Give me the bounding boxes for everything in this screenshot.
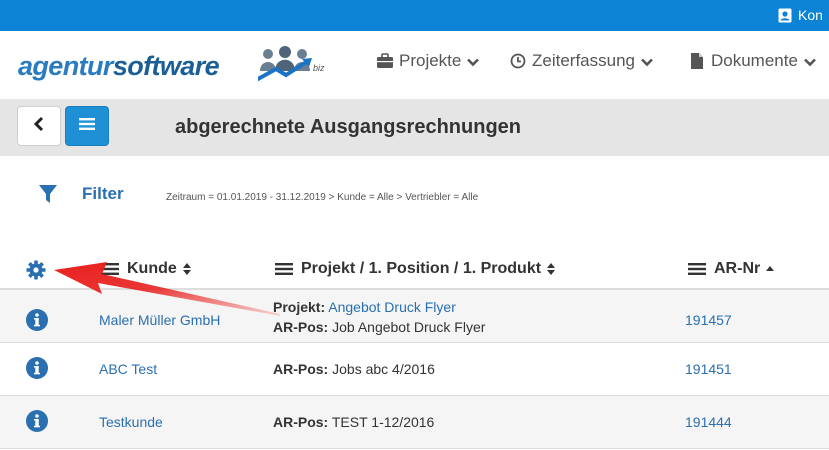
nav-dokumente-label: Dokumente bbox=[711, 51, 798, 70]
customer-link[interactable]: ABC Test bbox=[99, 361, 157, 377]
sort-icon bbox=[546, 262, 556, 276]
invoice-number-link[interactable]: 191444 bbox=[685, 414, 732, 430]
filter-toggle[interactable]: Filter bbox=[38, 183, 124, 205]
table-header: Kunde Projekt / 1. Position / 1. Produkt… bbox=[0, 248, 829, 290]
project-cell: Projekt: Angebot Druck Flyer AR-Pos: Job… bbox=[273, 297, 485, 337]
table-row: Testkunde AR-Pos: TEST 1-12/2016 191444 bbox=[0, 396, 829, 449]
column-menu-icon bbox=[688, 262, 706, 276]
nav-projekte[interactable]: Projekte bbox=[376, 51, 480, 71]
chevron-down-icon bbox=[466, 54, 480, 68]
column-label-projekt: Projekt / 1. Position / 1. Produkt bbox=[301, 260, 542, 277]
list-icon bbox=[78, 117, 96, 136]
ar-pos-value: Jobs abc 4/2016 bbox=[332, 361, 435, 377]
page-title: abgerechnete Ausgangsrechnungen bbox=[175, 116, 521, 138]
column-header-arnr[interactable]: AR-Nr bbox=[688, 260, 775, 278]
filter-label: Filter bbox=[82, 184, 124, 203]
table-row: Maler Müller GmbH Projekt: Angebot Druck… bbox=[0, 290, 829, 343]
chevron-down-icon bbox=[640, 54, 654, 68]
customer-link[interactable]: Testkunde bbox=[99, 414, 163, 430]
document-icon bbox=[688, 52, 706, 70]
chevron-down-icon bbox=[803, 54, 817, 68]
clock-icon bbox=[509, 52, 527, 70]
contact-link[interactable]: Kon bbox=[778, 7, 823, 23]
sort-icon bbox=[182, 262, 192, 276]
back-button[interactable] bbox=[17, 106, 61, 146]
ar-pos-label: AR-Pos: bbox=[273, 361, 329, 377]
filter-summary: Zeitraum = 01.01.2019 - 31.12.2019 > Kun… bbox=[166, 192, 479, 203]
column-label-kunde: Kunde bbox=[127, 260, 177, 277]
column-label-arnr: AR-Nr bbox=[714, 260, 761, 277]
info-icon[interactable] bbox=[25, 308, 49, 332]
contact-label: Kon bbox=[798, 7, 823, 23]
ar-pos-value: Job Angebot Druck Flyer bbox=[332, 319, 486, 335]
logo-tld: biz bbox=[313, 63, 325, 73]
invoice-table: Kunde Projekt / 1. Position / 1. Produkt… bbox=[0, 248, 829, 449]
table-body: Maler Müller GmbH Projekt: Angebot Druck… bbox=[0, 290, 829, 449]
nav-dokumente[interactable]: Dokumente bbox=[688, 51, 817, 71]
nav-zeiterfassung[interactable]: Zeiterfassung bbox=[509, 51, 654, 71]
page-header: abgerechnete Ausgangsrechnungen bbox=[0, 99, 829, 156]
column-header-projekt[interactable]: Projekt / 1. Position / 1. Produkt bbox=[275, 260, 556, 278]
invoice-number-link[interactable]: 191457 bbox=[685, 312, 732, 328]
project-label: Projekt: bbox=[273, 299, 326, 315]
column-menu-icon bbox=[101, 262, 119, 276]
ar-pos-label: AR-Pos: bbox=[273, 319, 329, 335]
main-navbar: agentursoftware biz Projekte Zeiterfassu… bbox=[0, 31, 829, 99]
nav-zeiterfassung-label: Zeiterfassung bbox=[532, 51, 635, 70]
project-cell: AR-Pos: TEST 1-12/2016 bbox=[273, 412, 434, 432]
column-menu-icon bbox=[275, 262, 293, 276]
contact-card-icon bbox=[778, 8, 792, 23]
funnel-icon bbox=[38, 183, 58, 205]
invoice-number-link[interactable]: 191451 bbox=[685, 361, 732, 377]
info-icon[interactable] bbox=[25, 356, 49, 380]
ar-pos-value: TEST 1-12/2016 bbox=[331, 414, 435, 430]
table-row: ABC Test AR-Pos: Jobs abc 4/2016 191451 bbox=[0, 343, 829, 396]
briefcase-icon bbox=[376, 52, 394, 70]
gear-icon[interactable] bbox=[26, 260, 46, 280]
column-header-kunde[interactable]: Kunde bbox=[101, 260, 192, 278]
logo-people-icon bbox=[258, 46, 312, 81]
project-link[interactable]: Angebot Druck Flyer bbox=[328, 299, 456, 315]
logo[interactable]: agentursoftware biz bbox=[18, 45, 338, 89]
logo-wordmark: agentursoftware bbox=[18, 51, 220, 81]
top-bar: Kon bbox=[0, 0, 829, 31]
chevron-left-icon bbox=[32, 116, 46, 137]
customer-link[interactable]: Maler Müller GmbH bbox=[99, 312, 220, 328]
sort-ascending-icon bbox=[765, 262, 775, 276]
ar-pos-label: AR-Pos: bbox=[273, 414, 329, 430]
menu-button[interactable] bbox=[65, 106, 109, 146]
info-icon[interactable] bbox=[25, 409, 49, 433]
project-cell: AR-Pos: Jobs abc 4/2016 bbox=[273, 359, 435, 379]
nav-projekte-label: Projekte bbox=[399, 51, 462, 70]
